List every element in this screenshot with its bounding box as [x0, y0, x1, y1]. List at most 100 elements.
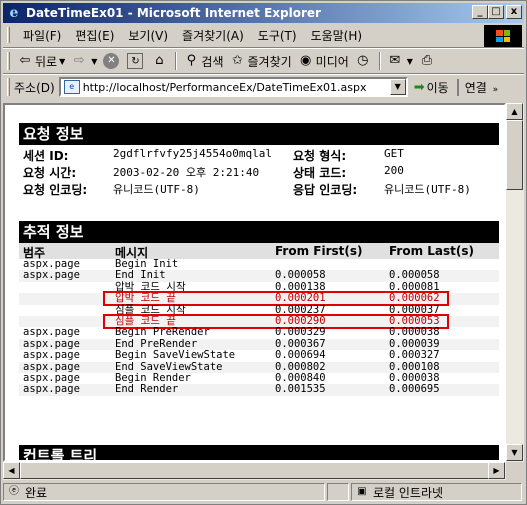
menu-favorites[interactable]: 즐겨찾기(A) — [175, 27, 251, 44]
minimize-button[interactable]: _ — [472, 5, 488, 19]
print-icon: ⎙ — [421, 53, 433, 68]
back-label: 뒤로 — [35, 54, 58, 69]
trace-category: aspx.page — [23, 349, 80, 362]
vertical-scrollbar[interactable]: ▲ ▼ — [506, 103, 524, 462]
session-id-value: 2gdflrfvfy25j4554o0mqlal — [113, 147, 272, 160]
info-row: 요청 인코딩: 유니코드(UTF-8) 응답 인코딩: 유니코드(UTF-8) — [23, 181, 493, 198]
trace-category: aspx.page — [23, 326, 80, 339]
page-viewport[interactable]: 요청 정보 세션 ID: 2gdflrfvfy25j4554o0mqlal 요청… — [3, 103, 506, 462]
trace-message: Begin Render — [115, 371, 191, 384]
menu-help[interactable]: 도움말(H) — [304, 27, 370, 44]
refresh-icon: ↻ — [127, 53, 144, 69]
request-info-header: 요청 정보 — [19, 123, 499, 145]
toolbar-grip[interactable] — [7, 52, 10, 70]
maximize-button[interactable]: □ — [488, 5, 504, 19]
window-title: DateTimeEx01 - Microsoft Internet Explor… — [26, 6, 321, 20]
media-button[interactable]: ◉ 미디어 — [295, 53, 352, 70]
trace-message: Begin PreRender — [115, 326, 210, 339]
menu-bar: 파일(F) 편집(E) 보기(V) 즐겨찾기(A) 도구(T) 도움말(H) — [3, 25, 483, 45]
forward-dropdown-icon[interactable]: ▼ — [91, 57, 97, 66]
stop-icon: ✕ — [103, 53, 120, 69]
trace-from-first: 0.000840 — [275, 371, 326, 384]
trace-from-first: 0.000058 — [275, 269, 326, 282]
scroll-up-icon[interactable]: ▲ — [506, 103, 523, 120]
trace-from-last: 0.000038 — [389, 326, 440, 339]
trace-category: aspx.page — [23, 371, 80, 384]
back-dropdown-icon[interactable]: ▼ — [59, 57, 65, 66]
close-button[interactable]: x — [506, 5, 522, 19]
trace-from-last: 0.000038 — [389, 371, 440, 384]
response-encoding-value: 유니코드(UTF-8) — [384, 183, 471, 196]
back-arrow-icon: ⇦ — [19, 53, 31, 68]
address-url[interactable]: http://localhost/PerformanceEx/DateTimeE… — [83, 81, 367, 94]
trace-row: aspx.page End Render 0.001535 0.000695 — [19, 383, 499, 396]
menu-file[interactable]: 파일(F) — [16, 27, 68, 44]
control-tree-header: 컨트롤 트리 — [19, 445, 499, 460]
history-button[interactable]: ◷ — [352, 53, 376, 69]
ie-window: e DateTimeEx01 - Microsoft Internet Expl… — [0, 0, 527, 505]
menu-edit[interactable]: 편집(E) — [68, 27, 121, 44]
trace-message: Begin Init — [115, 258, 179, 270]
trace-table-header: 범주 메시지 From First(s) From Last(s) — [19, 243, 499, 260]
mail-dropdown-icon[interactable]: ▼ — [407, 57, 413, 66]
menu-tools[interactable]: 도구(T) — [251, 27, 304, 44]
trace-category: aspx.page — [23, 383, 80, 396]
trace-from-first: 0.001535 — [275, 383, 326, 396]
scroll-left-icon[interactable]: ◀ — [3, 462, 20, 479]
refresh-button[interactable]: ↻ — [124, 53, 148, 69]
media-label: 미디어 — [315, 54, 349, 69]
history-icon: ◷ — [357, 53, 369, 68]
mail-button[interactable]: ✉ ▼ — [384, 53, 416, 69]
go-button[interactable]: ➡ 이동 — [414, 79, 449, 96]
search-icon: ⚲ — [186, 53, 197, 68]
trace-row: aspx.page Begin SaveViewState 0.000694 0.00… — [19, 350, 499, 361]
status-main: ⓔ 완료 — [3, 483, 326, 501]
toolbar-separator — [175, 52, 178, 70]
trace-message: Begin SaveViewState — [115, 349, 236, 362]
windows-logo — [484, 25, 522, 47]
chevron-right-icon: » — [492, 84, 499, 95]
search-button[interactable]: ⚲ 검색 — [180, 53, 226, 70]
windows-flag-icon — [496, 30, 510, 42]
horizontal-scrollbar[interactable]: ◀ ▶ — [3, 462, 506, 480]
info-row: 요청 시간: 2003-02-20 오후 2:21:40 상태 코드: 200 — [23, 164, 493, 181]
info-row: 세션 ID: 2gdflrfvfy25j4554o0mqlal 요청 형식: G… — [23, 147, 493, 164]
address-grip[interactable] — [7, 78, 10, 96]
trace-category: aspx.page — [23, 337, 80, 350]
col-from-last: From Last(s) — [389, 244, 475, 258]
favorites-star-icon: ✩ — [232, 53, 243, 68]
trace-category: aspx.page — [23, 258, 80, 270]
page-icon: e — [63, 80, 80, 94]
menu-view[interactable]: 보기(V) — [121, 27, 175, 44]
trace-row: 압박 코드 끝 0.000201 0.000062 — [19, 291, 499, 307]
vertical-scroll-thumb[interactable] — [506, 120, 523, 190]
title-bar[interactable]: e DateTimeEx01 - Microsoft Internet Expl… — [3, 3, 524, 23]
status-code-value: 200 — [384, 164, 404, 177]
intranet-zone-icon: ▣ — [357, 486, 367, 497]
mail-icon: ✉ — [389, 53, 401, 68]
address-label: 주소(D) — [14, 80, 55, 95]
links-label: 연결 — [464, 80, 487, 95]
standard-toolbar: ⇦ 뒤로 ▼ ⇨ ▼ ✕ ↻ ⌂ ⚲ 검색 ✩ 즐겨찾기 ◉ 미디어 ◷ ✉ ▼… — [3, 49, 524, 73]
trace-from-last: 0.000108 — [389, 360, 440, 373]
address-input[interactable]: e http://localhost/PerformanceEx/DateTim… — [58, 77, 408, 97]
stop-button[interactable]: ✕ — [100, 53, 124, 69]
scroll-down-icon[interactable]: ▼ — [506, 444, 523, 461]
scroll-right-icon[interactable]: ▶ — [488, 462, 505, 479]
session-id-label: 세션 ID: — [23, 149, 69, 163]
menu-grip[interactable] — [7, 27, 10, 43]
toolbar-separator — [378, 52, 381, 70]
back-button[interactable]: ⇦ 뒤로 ▼ — [14, 53, 68, 70]
trace-table: 범주 메시지 From First(s) From Last(s) aspx.p… — [19, 243, 499, 396]
col-from-first: From First(s) — [275, 244, 363, 258]
status-cell — [327, 483, 349, 501]
forward-button[interactable]: ⇨ ▼ — [68, 53, 100, 69]
address-dropdown-icon[interactable]: ▼ — [389, 79, 406, 95]
trace-from-last: 0.000695 — [389, 383, 440, 396]
media-icon: ◉ — [300, 53, 312, 68]
links-button[interactable]: 연결 » — [456, 78, 499, 96]
horizontal-scroll-thumb[interactable] — [20, 462, 492, 479]
print-button[interactable]: ⎙ — [416, 53, 440, 69]
home-button[interactable]: ⌂ — [148, 53, 172, 69]
favorites-button[interactable]: ✩ 즐겨찾기 — [227, 53, 295, 70]
